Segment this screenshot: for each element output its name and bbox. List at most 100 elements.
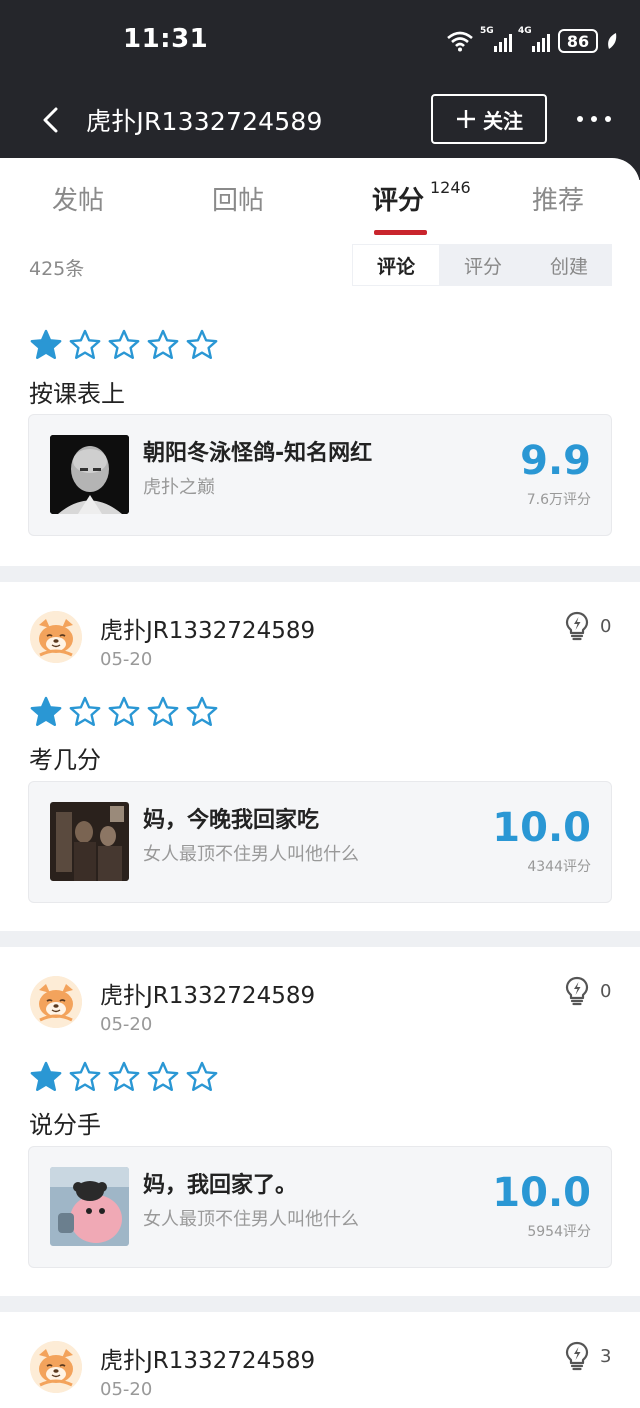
active-tab-indicator: [374, 230, 427, 235]
tab-recommend[interactable]: 推荐: [532, 180, 584, 217]
tab-ratings-count: 1246: [430, 178, 471, 197]
review-card: 按课表上 朝阳冬泳怪鸽-知名网红 虎扑之巅 9.9 7.6万评分: [0, 304, 640, 566]
tab-bar: 发帖 回帖 评分 1246 推荐: [0, 158, 640, 244]
rating-stars: [30, 329, 218, 361]
avatar[interactable]: [30, 611, 82, 663]
section-divider: [0, 931, 640, 947]
light-button[interactable]: 3: [564, 1341, 611, 1371]
item-thumbnail: [50, 435, 129, 514]
item-subtitle: 女人最顶不住男人叫他什么: [143, 844, 359, 865]
more-menu-icon[interactable]: [572, 106, 616, 132]
star-empty-icon: [147, 1061, 179, 1091]
star-empty-icon: [69, 329, 101, 359]
review-author[interactable]: 虎扑JR1332724589 05-20: [30, 1341, 315, 1400]
dog-avatar-icon: [30, 611, 82, 663]
item-subtitle: 虎扑之巅: [143, 477, 215, 498]
item-title: 妈，今晚我回家吃: [143, 808, 320, 833]
leaf-icon: [608, 33, 617, 49]
item-score: 10.0: [492, 805, 591, 851]
star-empty-icon: [147, 329, 179, 359]
back-arrow-icon[interactable]: [34, 102, 70, 138]
page-title: 虎扑JR1332724589: [86, 107, 323, 136]
light-count: 0: [600, 980, 612, 1002]
plus-icon: [457, 110, 475, 128]
review-author[interactable]: 虎扑JR1332724589 05-20: [30, 976, 315, 1035]
signal-5g-icon: 5G: [480, 26, 512, 52]
dog-avatar-icon: [30, 976, 82, 1028]
review-date: 05-20: [100, 1014, 153, 1035]
author-name[interactable]: 虎扑JR1332724589: [100, 976, 315, 1010]
content-sheet: 发帖 回帖 评分 1246 推荐 425条 评论 评分 创建 按课表上 朝阳冬泳…: [0, 158, 640, 1408]
follow-label: 关注: [483, 110, 523, 133]
star-empty-icon: [69, 1061, 101, 1091]
review-date: 05-20: [100, 1379, 153, 1400]
tab-ratings-label: 评分: [372, 186, 425, 216]
review-text: 说分手: [29, 1111, 101, 1139]
segment-comments[interactable]: 评论: [352, 244, 440, 286]
filter-row: 425条 评论 评分 创建: [0, 244, 640, 304]
star-empty-icon: [186, 1061, 218, 1091]
lightbulb-icon: [565, 976, 589, 1006]
nav-bar: 虎扑JR1332724589 关注: [0, 84, 640, 156]
wifi-icon: [447, 31, 473, 52]
star-empty-icon: [147, 696, 179, 726]
star-empty-icon: [69, 696, 101, 726]
star-filled-icon: [30, 1061, 62, 1091]
star-empty-icon: [186, 329, 218, 359]
rated-item-card[interactable]: 妈，今晚我回家吃 女人最顶不住男人叫他什么 10.0 4344评分: [28, 781, 612, 903]
review-card: 虎扑JR1332724589 05-20 0 说分手 妈，我回家了。 女人最顶不…: [0, 947, 640, 1296]
sort-segmented-control: 评论 评分 创建: [352, 244, 612, 286]
star-empty-icon: [108, 1061, 140, 1091]
dog-avatar-icon: [30, 1341, 82, 1393]
lightbulb-icon: [565, 611, 589, 641]
status-icons: 5G 4G 86: [446, 26, 618, 56]
rated-item-card[interactable]: 妈，我回家了。 女人最顶不住男人叫他什么 10.0 5954评分: [28, 1146, 612, 1268]
author-name[interactable]: 虎扑JR1332724589: [100, 1341, 315, 1375]
item-vote-count: 7.6万评分: [526, 492, 591, 508]
light-button[interactable]: 0: [564, 611, 611, 641]
avatar[interactable]: [30, 976, 82, 1028]
item-vote-count: 5954评分: [527, 1224, 591, 1240]
review-author[interactable]: 虎扑JR1332724589 05-20: [30, 611, 315, 670]
star-empty-icon: [108, 696, 140, 726]
item-title: 妈，我回家了。: [143, 1173, 298, 1198]
item-score: 10.0: [492, 1170, 591, 1216]
section-divider: [0, 1296, 640, 1312]
item-subtitle: 女人最顶不住男人叫他什么: [143, 1209, 359, 1230]
result-count: 425条: [29, 258, 85, 280]
segment-ratings[interactable]: 评分: [440, 244, 526, 286]
author-name[interactable]: 虎扑JR1332724589: [100, 611, 315, 645]
rating-stars: [30, 696, 218, 728]
light-button[interactable]: 0: [564, 976, 611, 1006]
item-vote-count: 4344评分: [527, 859, 591, 875]
star-empty-icon: [108, 329, 140, 359]
light-count: 0: [600, 615, 612, 637]
star-filled-icon: [30, 696, 62, 726]
tab-posts[interactable]: 发帖: [52, 180, 104, 217]
review-date: 05-20: [100, 649, 153, 670]
review-card: 虎扑JR1332724589 05-20 0 考几分 妈，今晚我回家吃 女人最顶…: [0, 582, 640, 931]
star-filled-icon: [30, 329, 62, 359]
tab-ratings[interactable]: 评分 1246: [372, 178, 471, 217]
rating-stars: [30, 1061, 218, 1093]
review-card: 虎扑JR1332724589 05-20 3: [0, 1312, 640, 1408]
signal-4g-icon: 4G: [518, 26, 550, 52]
star-empty-icon: [186, 696, 218, 726]
item-thumbnail: [50, 802, 129, 881]
light-count: 3: [600, 1345, 612, 1367]
item-title: 朝阳冬泳怪鸽-知名网红: [143, 441, 373, 466]
review-text: 考几分: [29, 746, 101, 774]
top-bar: 11:31 5G 4G 86 虎扑JR1332724589 关注: [0, 0, 640, 180]
tab-replies[interactable]: 回帖: [212, 180, 264, 217]
rated-item-card[interactable]: 朝阳冬泳怪鸽-知名网红 虎扑之巅 9.9 7.6万评分: [28, 414, 612, 536]
lightbulb-icon: [565, 1341, 589, 1371]
battery-indicator: 86: [558, 29, 598, 53]
review-text: 按课表上: [29, 380, 125, 408]
follow-button[interactable]: 关注: [431, 94, 547, 144]
avatar[interactable]: [30, 1341, 82, 1393]
item-thumbnail: [50, 1167, 129, 1246]
section-divider: [0, 566, 640, 582]
segment-created[interactable]: 创建: [526, 244, 612, 286]
status-time: 11:31: [123, 24, 209, 54]
status-bar: 11:31 5G 4G 86: [0, 0, 640, 84]
